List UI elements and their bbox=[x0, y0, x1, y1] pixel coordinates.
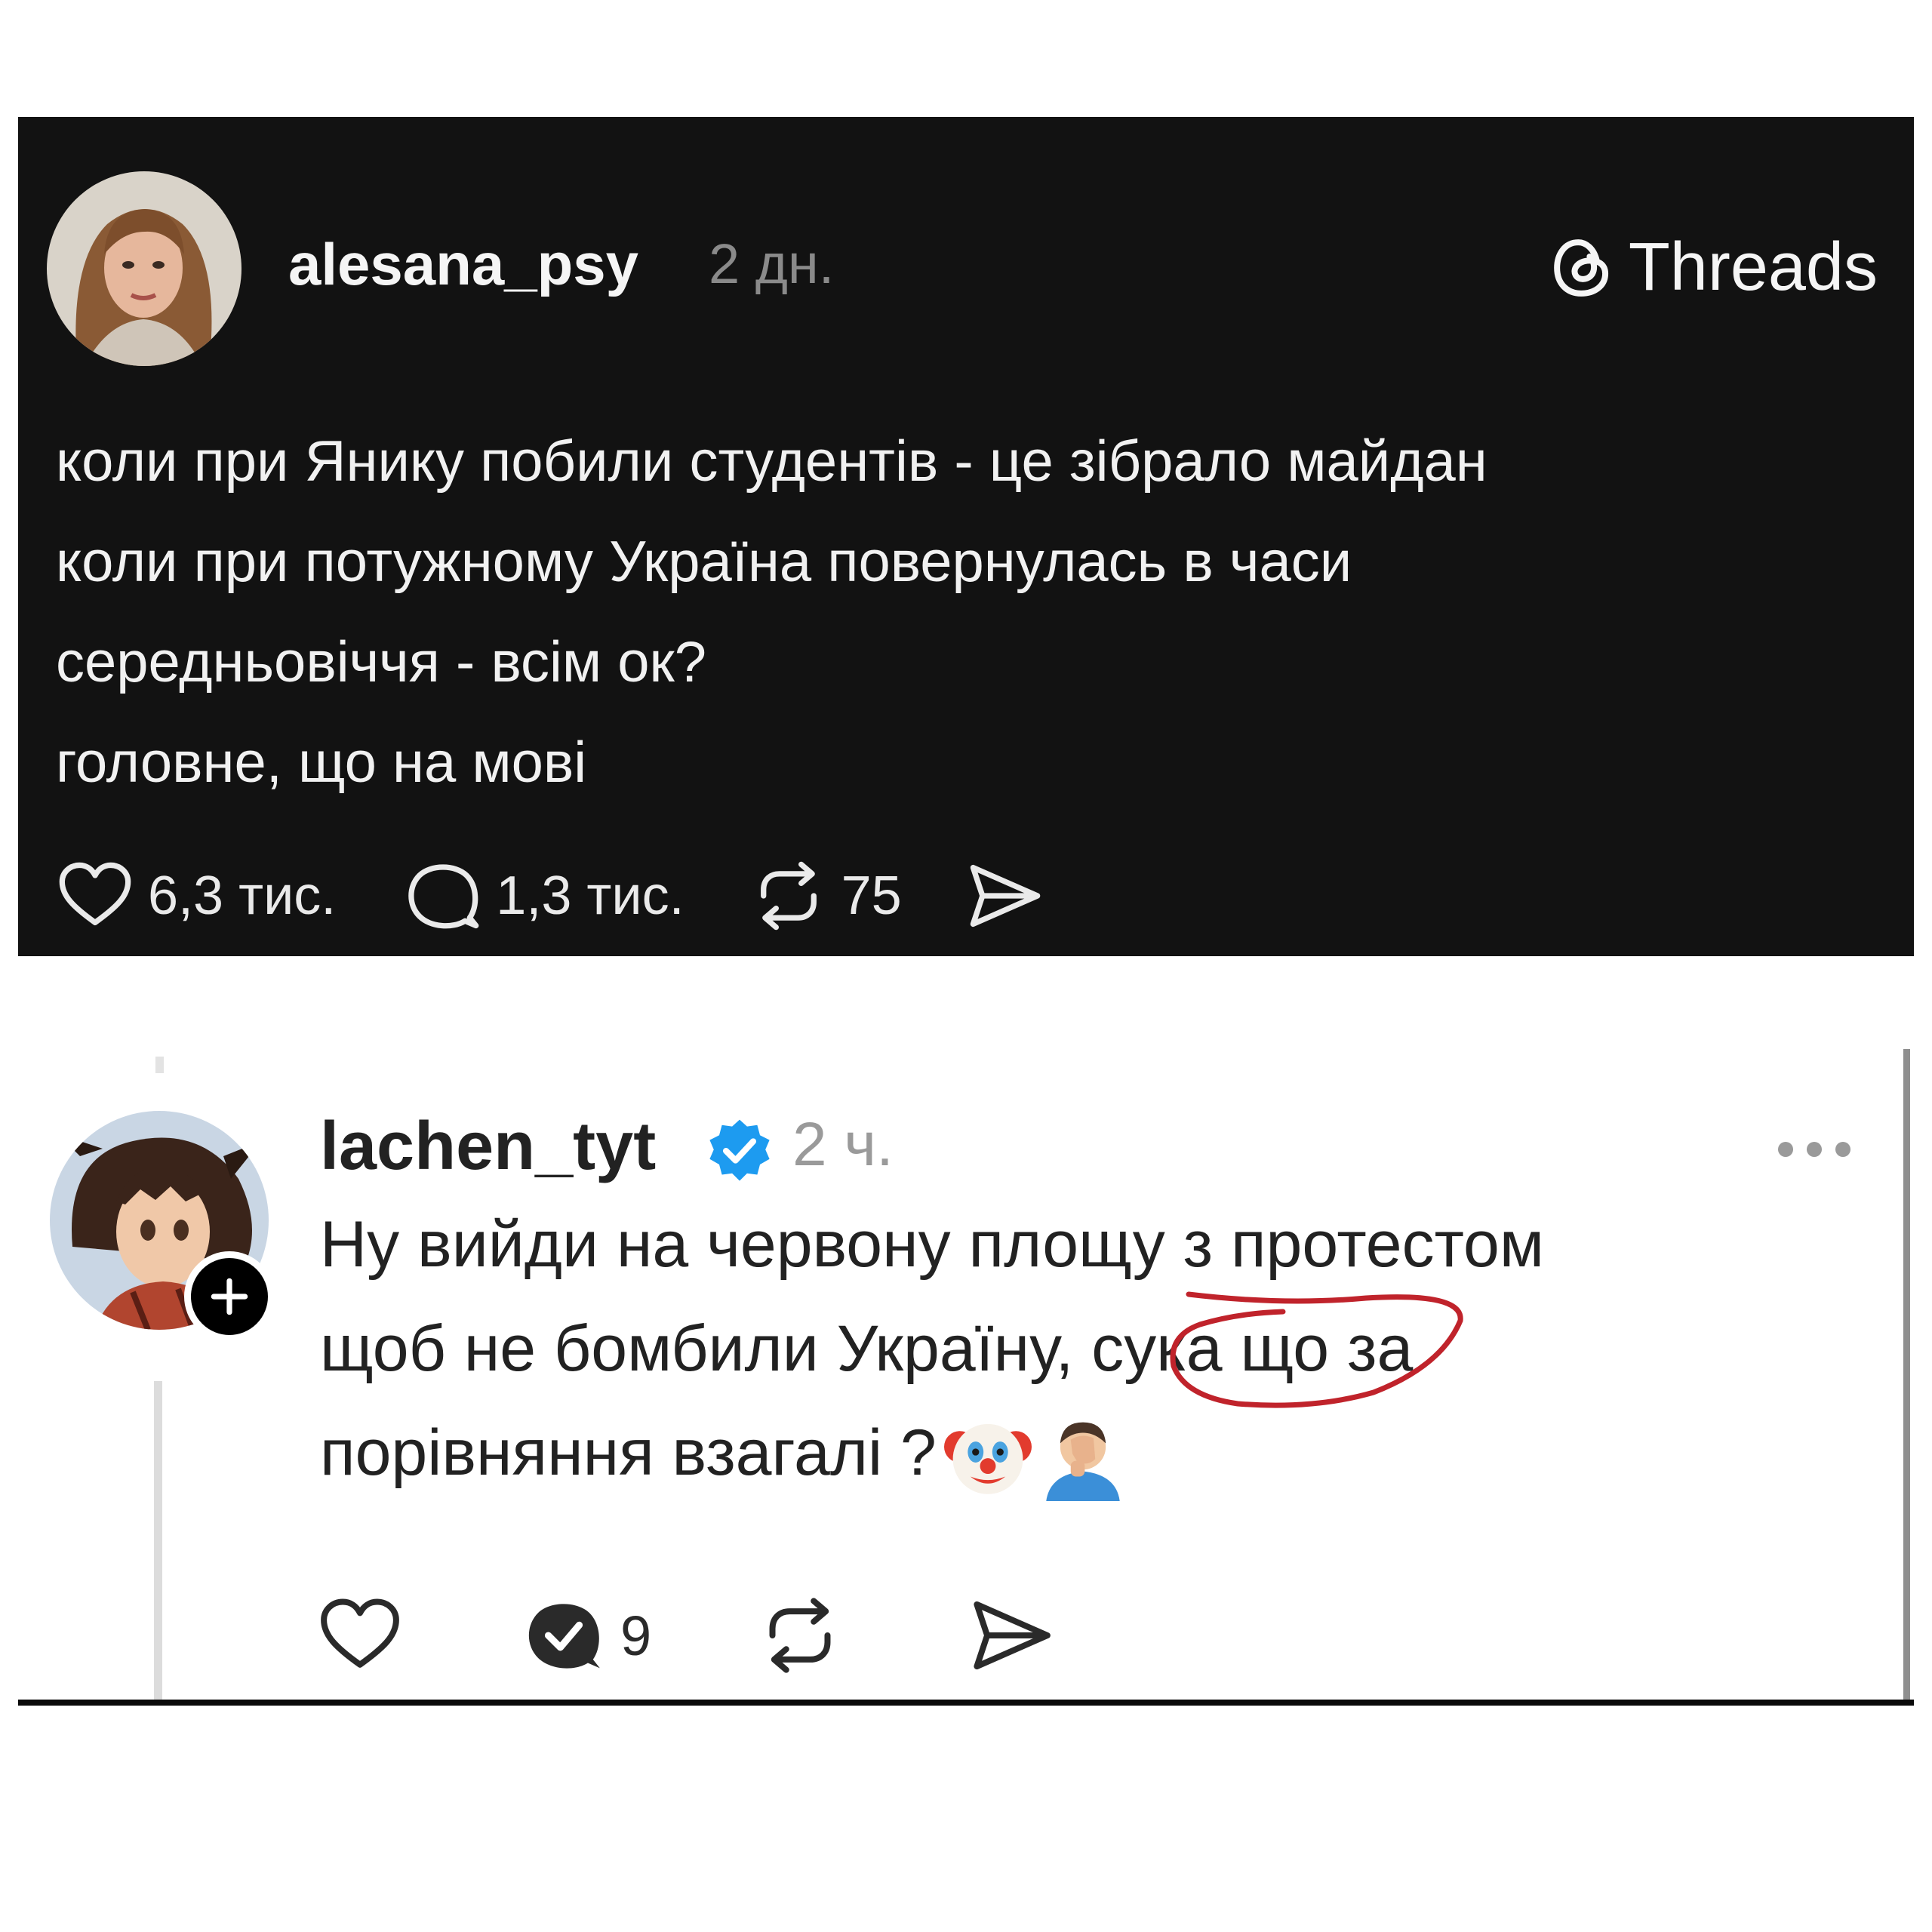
threads-brand: Threads bbox=[1547, 229, 1878, 306]
repost-icon bbox=[760, 861, 817, 931]
threads-logo-icon bbox=[1553, 238, 1608, 297]
heart-icon bbox=[59, 862, 131, 925]
follow-button[interactable] bbox=[184, 1251, 275, 1342]
post-text-line: коли при Янику побили студентів - це зіб… bbox=[56, 429, 1487, 494]
post-text-line: коли при потужному Україна повернулась в… bbox=[56, 530, 1352, 594]
reply-reply-button[interactable]: 9 bbox=[521, 1592, 651, 1678]
reply-reply-count: 9 bbox=[620, 1604, 652, 1667]
share-icon bbox=[974, 1601, 1051, 1670]
comment-icon bbox=[408, 864, 479, 929]
author-username[interactable]: alesana_psy bbox=[288, 230, 638, 299]
repost-count: 75 bbox=[841, 866, 902, 926]
reply-actions: 9 bbox=[317, 1586, 1054, 1684]
share-icon bbox=[970, 864, 1041, 928]
reply-share-button[interactable] bbox=[968, 1592, 1054, 1678]
reply-text: Ну вийди на червону площу з протестом що… bbox=[320, 1192, 1544, 1505]
repost-icon bbox=[769, 1598, 831, 1673]
follow-plus-icon bbox=[211, 1278, 248, 1315]
reply-text-line: щоб не бомбили Україну, сука що за bbox=[320, 1312, 1414, 1385]
reply-text-line: порівняння взагалі ? bbox=[320, 1401, 1544, 1505]
post-time: 2 дн. bbox=[709, 232, 835, 295]
more-icon[interactable] bbox=[1775, 1138, 1854, 1161]
reply-post: lachen_tyt 2 ч. Ну вийди на червону площ… bbox=[0, 1049, 1932, 1713]
replied-icon bbox=[528, 1604, 600, 1669]
reply-like-button[interactable] bbox=[317, 1592, 403, 1678]
facepalm-emoji bbox=[1046, 1422, 1120, 1502]
like-button[interactable]: 6,3 тис. bbox=[56, 857, 336, 935]
reply-repost-button[interactable] bbox=[757, 1592, 843, 1678]
post-text-line: середньовіччя - всім ок? bbox=[56, 630, 707, 694]
post-text-line: головне, що на мові bbox=[56, 731, 587, 795]
post-actions: 6,3 тис. 1,3 тис. 75 bbox=[56, 851, 1044, 941]
divider bbox=[18, 1700, 1914, 1706]
reply-button[interactable]: 1,3 тис. bbox=[404, 857, 685, 935]
reply-text-line-content: порівняння взагалі ? bbox=[320, 1417, 937, 1489]
reply-author-username[interactable]: lachen_tyt bbox=[320, 1108, 656, 1186]
share-button[interactable] bbox=[965, 857, 1044, 935]
heart-icon bbox=[321, 1598, 399, 1668]
author-avatar[interactable] bbox=[47, 171, 242, 366]
brand-label: Threads bbox=[1628, 229, 1878, 305]
divider bbox=[1903, 1049, 1910, 1703]
clown-emoji bbox=[943, 1424, 1032, 1495]
repost-button[interactable]: 75 bbox=[749, 857, 902, 935]
reply-text-line: Ну вийди на червону площу з протестом bbox=[320, 1208, 1544, 1281]
like-count: 6,3 тис. bbox=[148, 866, 337, 926]
post-text: коли при Янику побили студентів - це зіб… bbox=[56, 411, 1487, 813]
thread-line bbox=[154, 1381, 162, 1704]
verified-icon bbox=[709, 1119, 770, 1181]
reply-count: 1,3 тис. bbox=[496, 866, 685, 926]
thread-line bbox=[155, 1057, 164, 1073]
reply-time: 2 ч. bbox=[792, 1110, 894, 1179]
threads-post: alesana_psy 2 дн. Threads коли при Янику… bbox=[18, 117, 1914, 956]
